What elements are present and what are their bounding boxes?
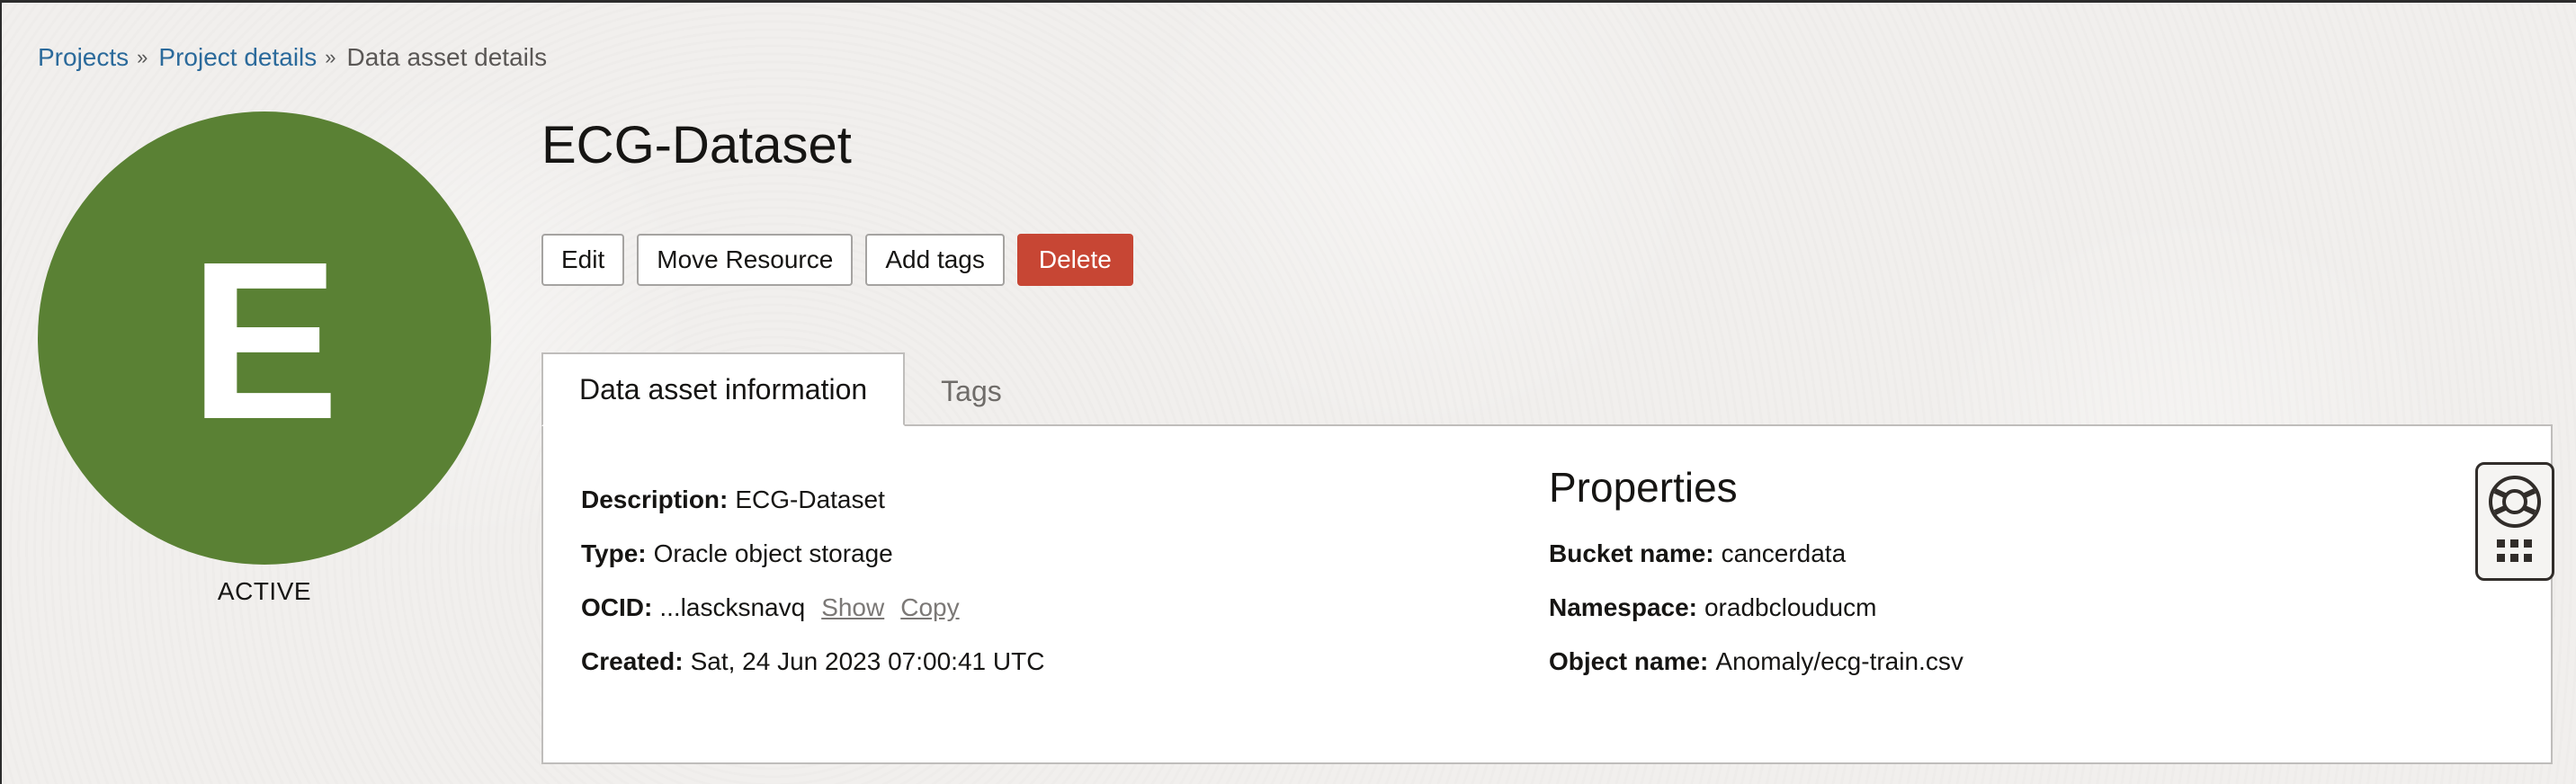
data-asset-info-panel: Description: ECG-Dataset Type: Oracle obje…	[541, 424, 2553, 764]
avatar: E	[38, 111, 491, 565]
bucket-label: Bucket name:	[1549, 539, 1714, 567]
status-label: ACTIVE	[217, 577, 312, 605]
breadcrumb-current: Data asset details	[346, 43, 548, 71]
created-value: Sat, 24 Jun 2023 07:00:41 UTC	[690, 647, 1045, 675]
object-value: Anomaly/ecg-train.csv	[1715, 647, 1963, 675]
ocid-show-link[interactable]: Show	[821, 593, 884, 621]
type-label: Type:	[581, 539, 647, 567]
description-label: Description:	[581, 486, 729, 513]
description-row: Description: ECG-Dataset	[581, 484, 885, 516]
object-label: Object name:	[1549, 647, 1709, 675]
lifebuoy-icon[interactable]	[2487, 474, 2543, 534]
ocid-copy-link[interactable]: Copy	[900, 593, 959, 621]
breadcrumb: Projects » Project details » Data asset …	[38, 41, 547, 74]
breadcrumb-separator-icon: »	[137, 46, 148, 68]
created-label: Created:	[581, 647, 684, 675]
created-row: Created: Sat, 24 Jun 2023 07:00:41 UTC	[581, 646, 1044, 678]
namespace-row: Namespace: oradbclouducm	[1549, 592, 1876, 624]
avatar-letter: E	[189, 215, 340, 466]
tab-bar: Data asset information Tags	[541, 352, 1038, 426]
bucket-row: Bucket name: cancerdata	[1549, 538, 1846, 570]
properties-title: Properties	[1549, 464, 1738, 511]
breadcrumb-project-details[interactable]: Project details	[158, 41, 317, 74]
bucket-value: cancerdata	[1721, 539, 1847, 567]
namespace-value: oradbclouducm	[1704, 593, 1877, 621]
delete-button[interactable]: Delete	[1016, 234, 1133, 286]
left-border	[0, 0, 2, 784]
tab-data-asset-information[interactable]: Data asset information	[541, 352, 906, 426]
ocid-row: OCID: ...lascksnavq Show Copy	[581, 592, 960, 624]
breadcrumb-separator-icon: »	[325, 46, 336, 68]
breadcrumb-projects[interactable]: Projects	[38, 41, 129, 74]
edit-button[interactable]: Edit	[541, 234, 625, 286]
help-widget[interactable]	[2475, 462, 2554, 581]
object-row: Object name: Anomaly/ecg-train.csv	[1549, 646, 1963, 678]
action-toolbar: Edit Move Resource Add tags Delete	[541, 234, 1133, 286]
ocid-label: OCID:	[581, 593, 653, 621]
namespace-label: Namespace:	[1549, 593, 1697, 621]
move-resource-button[interactable]: Move Resource	[637, 234, 854, 286]
grid-icon[interactable]	[2495, 538, 2535, 569]
type-row: Type: Oracle object storage	[581, 538, 893, 570]
description-value: ECG-Dataset	[735, 486, 885, 513]
top-border	[0, 0, 2576, 3]
ocid-value: ...lascksnavq	[659, 593, 806, 621]
tab-tags[interactable]: Tags	[905, 356, 1038, 426]
page-title: ECG-Dataset	[541, 116, 852, 174]
type-value: Oracle object storage	[653, 539, 893, 567]
add-tags-button[interactable]: Add tags	[865, 234, 1005, 286]
